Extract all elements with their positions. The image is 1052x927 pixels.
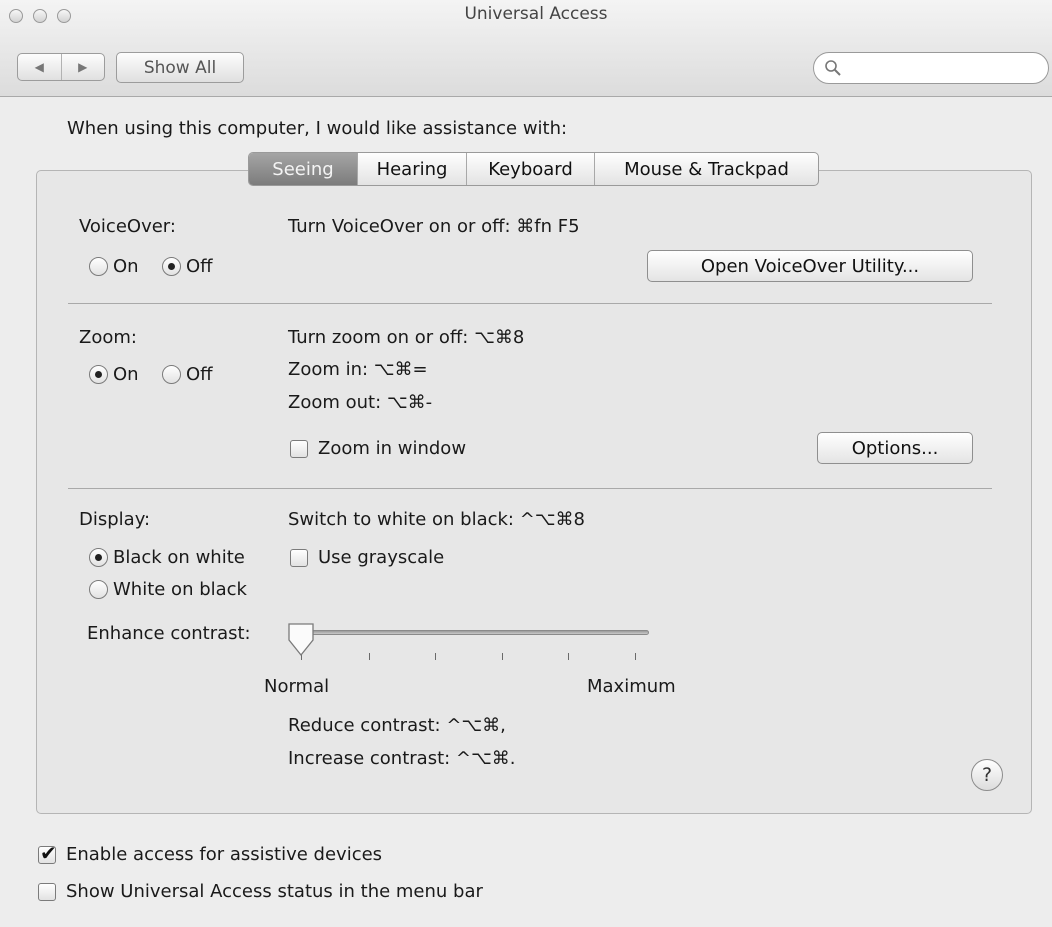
forward-arrow-icon: ▶ — [78, 60, 88, 74]
contrast-max-label: Maximum — [587, 676, 676, 697]
white-on-black-radio[interactable] — [89, 580, 108, 599]
reduce-contrast-shortcut-text: Reduce contrast: ^⌥⌘, — [288, 715, 506, 736]
increase-contrast-shortcut-text: Increase contrast: ^⌥⌘. — [288, 748, 516, 769]
open-voiceover-utility-button[interactable]: Open VoiceOver Utility... — [647, 250, 973, 282]
tab-bar: Seeing Hearing Keyboard Mouse & Trackpad — [248, 152, 819, 186]
zoom-off-radio[interactable] — [162, 365, 181, 384]
help-button[interactable]: ? — [971, 759, 1003, 791]
back-button[interactable]: ◀ — [18, 54, 61, 80]
tab-seeing[interactable]: Seeing — [249, 153, 357, 185]
assistance-prompt: When using this computer, I would like a… — [67, 118, 568, 139]
zoom-in-shortcut-text: Zoom in: ⌥⌘= — [288, 359, 428, 380]
voiceover-off-radio[interactable] — [162, 257, 181, 276]
zoom-in-window-label[interactable]: Zoom in window — [318, 438, 466, 459]
zoom-options-button[interactable]: Options... — [817, 432, 973, 464]
contrast-slider-track[interactable] — [292, 630, 649, 635]
zoom-out-shortcut-text: Zoom out: ⌥⌘- — [288, 392, 433, 413]
slider-tick — [502, 653, 503, 660]
forward-button[interactable]: ▶ — [60, 54, 105, 80]
show-all-button[interactable]: Show All — [116, 52, 244, 83]
back-arrow-icon: ◀ — [34, 60, 44, 74]
slider-tick — [568, 653, 569, 660]
black-on-white-label[interactable]: Black on white — [113, 547, 245, 568]
enhance-contrast-label: Enhance contrast: — [87, 623, 251, 644]
contrast-min-label: Normal — [264, 676, 330, 697]
zoom-toggle-shortcut-text: Turn zoom on or off: ⌥⌘8 — [288, 327, 525, 348]
search-input[interactable] — [846, 57, 1040, 81]
tab-keyboard[interactable]: Keyboard — [466, 153, 594, 185]
window: Universal Access ◀ ▶ Show All When using… — [0, 0, 1052, 927]
white-on-black-label[interactable]: White on black — [113, 579, 247, 600]
zoom-on-radio[interactable] — [89, 365, 108, 384]
divider — [68, 303, 992, 304]
black-on-white-radio[interactable] — [89, 548, 108, 567]
zoom-label: Zoom: — [79, 327, 137, 348]
divider — [68, 488, 992, 489]
slider-tick — [635, 653, 636, 660]
show-status-menu-bar-label[interactable]: Show Universal Access status in the menu… — [66, 881, 483, 902]
use-grayscale-checkbox[interactable] — [290, 549, 308, 567]
enable-assistive-devices-checkbox[interactable] — [38, 841, 57, 865]
switch-white-on-black-shortcut-text: Switch to white on black: ^⌥⌘8 — [288, 509, 585, 530]
zoom-in-window-checkbox[interactable] — [290, 440, 308, 458]
zoom-off-label[interactable]: Off — [186, 364, 213, 385]
voiceover-on-label[interactable]: On — [113, 256, 139, 277]
contrast-slider-thumb[interactable] — [286, 622, 316, 658]
slider-tick — [435, 653, 436, 660]
use-grayscale-label[interactable]: Use grayscale — [318, 547, 444, 568]
search-field[interactable] — [813, 52, 1049, 84]
display-label: Display: — [79, 509, 151, 530]
slider-tick — [369, 653, 370, 660]
voiceover-label: VoiceOver: — [79, 216, 176, 237]
title-bar: Universal Access ◀ ▶ Show All — [0, 0, 1052, 97]
voiceover-off-label[interactable]: Off — [186, 256, 213, 277]
window-title: Universal Access — [464, 4, 608, 24]
tab-mouse-trackpad[interactable]: Mouse & Trackpad — [594, 153, 818, 185]
back-forward-control: ◀ ▶ — [17, 53, 105, 81]
show-status-menu-bar-checkbox[interactable] — [38, 883, 56, 901]
voiceover-shortcut-text: Turn VoiceOver on or off: ⌘fn F5 — [288, 216, 580, 237]
enable-assistive-devices-label[interactable]: Enable access for assistive devices — [66, 844, 382, 865]
zoom-on-label[interactable]: On — [113, 364, 139, 385]
voiceover-on-radio[interactable] — [89, 257, 108, 276]
help-icon: ? — [981, 764, 993, 786]
tab-hearing[interactable]: Hearing — [357, 153, 466, 185]
search-icon — [825, 60, 841, 76]
